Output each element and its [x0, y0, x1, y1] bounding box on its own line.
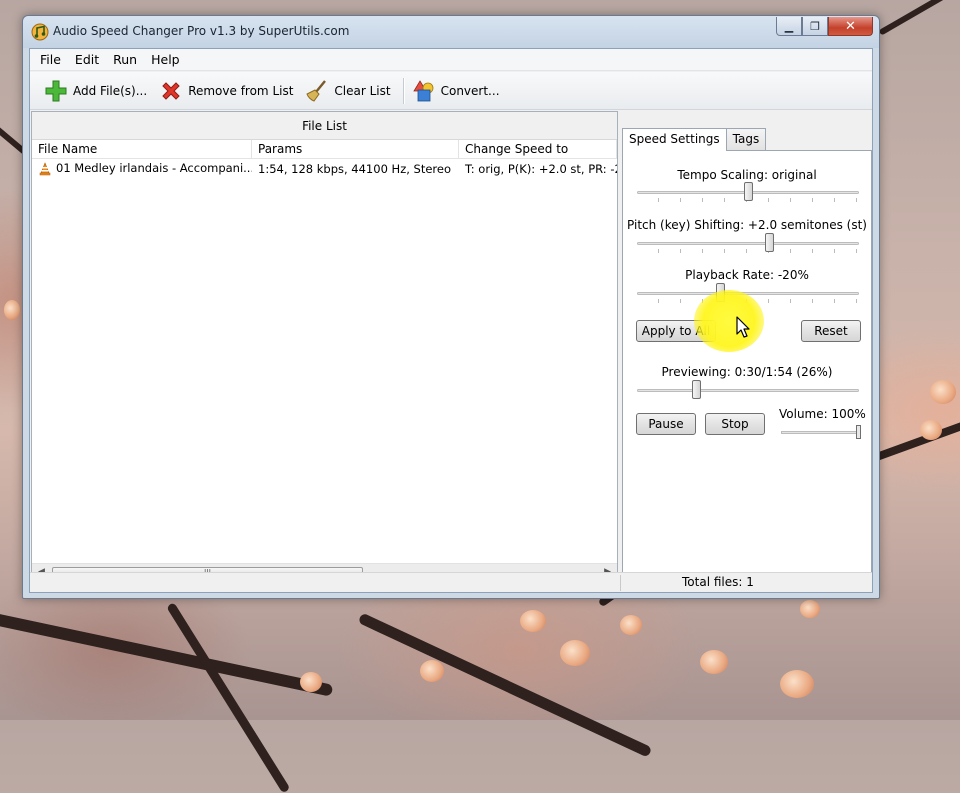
toolbar-separator — [402, 77, 404, 104]
vlc-cone-icon — [39, 161, 51, 175]
title-bar[interactable]: Audio Speed Changer Pro v1.3 by SuperUti… — [23, 16, 879, 48]
previewing-label: Previewing: 0:30/1:54 (26%) — [661, 365, 833, 379]
menu-edit[interactable]: Edit — [68, 49, 106, 71]
close-button[interactable]: ✕ — [828, 17, 873, 36]
volume-label: Volume: 100% — [779, 407, 866, 421]
blossom — [920, 420, 942, 440]
volume-slider-thumb[interactable] — [856, 425, 861, 439]
add-files-label: Add File(s)... — [73, 83, 148, 98]
total-files-status: Total files: 1 — [682, 575, 754, 589]
clear-list-label: Clear List — [334, 83, 391, 98]
branch — [0, 610, 334, 697]
menu-bar: File Edit Run Help — [30, 49, 872, 71]
change-speed-cell: T: orig, P(K): +2.0 st, PR: -2 — [465, 161, 617, 176]
branch — [357, 612, 653, 758]
reset-button[interactable]: Reset — [801, 320, 861, 342]
menu-file[interactable]: File — [33, 49, 68, 71]
pitch-shifting-label: Pitch (key) Shifting: +2.0 semitones (st… — [627, 218, 867, 232]
file-list-header: File Name Params Change Speed to — [32, 140, 617, 159]
blossom — [800, 600, 820, 618]
tab-speed-settings[interactable]: Speed Settings — [622, 128, 727, 151]
minimize-button[interactable]: ▁ — [776, 17, 802, 36]
tempo-slider-thumb[interactable] — [743, 182, 753, 201]
speed-settings-panel: Tempo Scaling: original Pitch (key) Shif… — [622, 150, 872, 582]
params-cell: 1:54, 128 kbps, 44100 Hz, Stereo — [258, 161, 452, 176]
file-list-panel: File List File Name Params Change Speed … — [31, 111, 618, 582]
file-name-cell: 01 Medley irlandais - Accompani... — [32, 161, 252, 176]
status-separator — [620, 575, 621, 591]
remove-from-list-label: Remove from List — [188, 83, 294, 98]
toolbar: Add File(s)... Remove from List Clear Li… — [30, 72, 872, 110]
settings-tabs: Speed Settings Tags — [622, 128, 767, 151]
preview-position-slider[interactable] — [637, 380, 859, 399]
column-header-file-name[interactable]: File Name — [32, 140, 252, 158]
remove-from-list-button[interactable]: Remove from List — [155, 76, 297, 106]
branch — [878, 0, 960, 36]
blossom — [520, 610, 546, 632]
pause-button[interactable]: Pause — [636, 413, 696, 435]
file-list-title: File List — [32, 112, 617, 140]
window-controls: ▁ ❐ ✕ — [776, 17, 873, 37]
blossom — [420, 660, 444, 682]
convert-label: Convert... — [440, 83, 500, 98]
preview-slider-thumb[interactable] — [692, 380, 702, 399]
branch — [166, 602, 291, 793]
maximize-button[interactable]: ❐ — [802, 17, 828, 36]
mouse-pointer-icon — [736, 316, 750, 338]
blossom — [560, 640, 590, 666]
broom-icon — [306, 79, 327, 102]
convert-button[interactable]: Convert... — [408, 76, 504, 106]
menu-run[interactable]: Run — [106, 49, 144, 71]
file-name-text: 01 Medley irlandais - Accompani... — [56, 161, 252, 176]
stop-button[interactable]: Stop — [705, 413, 765, 435]
cursor-highlight — [694, 290, 764, 352]
window-title: Audio Speed Changer Pro v1.3 by SuperUti… — [53, 24, 350, 38]
add-files-button[interactable]: Add File(s)... — [40, 76, 151, 106]
red-x-icon — [162, 81, 180, 100]
blossom — [300, 672, 322, 692]
tempo-slider[interactable] — [637, 182, 859, 202]
blossom — [700, 650, 728, 674]
status-bar: Total files: 1 — [30, 572, 872, 592]
blossom — [930, 380, 956, 404]
blossom — [4, 300, 20, 320]
volume-slider[interactable] — [781, 425, 861, 441]
tab-tags[interactable]: Tags — [725, 128, 767, 150]
blossom — [620, 615, 642, 635]
tempo-scaling-label: Tempo Scaling: original — [677, 168, 817, 182]
blossom — [780, 670, 814, 698]
pitch-slider-thumb[interactable] — [764, 233, 774, 252]
column-header-params[interactable]: Params — [252, 140, 459, 158]
playback-rate-label: Playback Rate: -20% — [685, 268, 809, 282]
menu-help[interactable]: Help — [144, 49, 187, 71]
shapes-icon — [412, 79, 434, 101]
column-header-change-speed[interactable]: Change Speed to — [459, 140, 617, 158]
pitch-slider[interactable] — [637, 233, 859, 253]
plus-icon — [45, 80, 67, 101]
clear-list-button[interactable]: Clear List — [301, 76, 394, 106]
app-icon — [31, 23, 49, 41]
table-row[interactable]: 01 Medley irlandais - Accompani... 1:54,… — [32, 159, 617, 178]
